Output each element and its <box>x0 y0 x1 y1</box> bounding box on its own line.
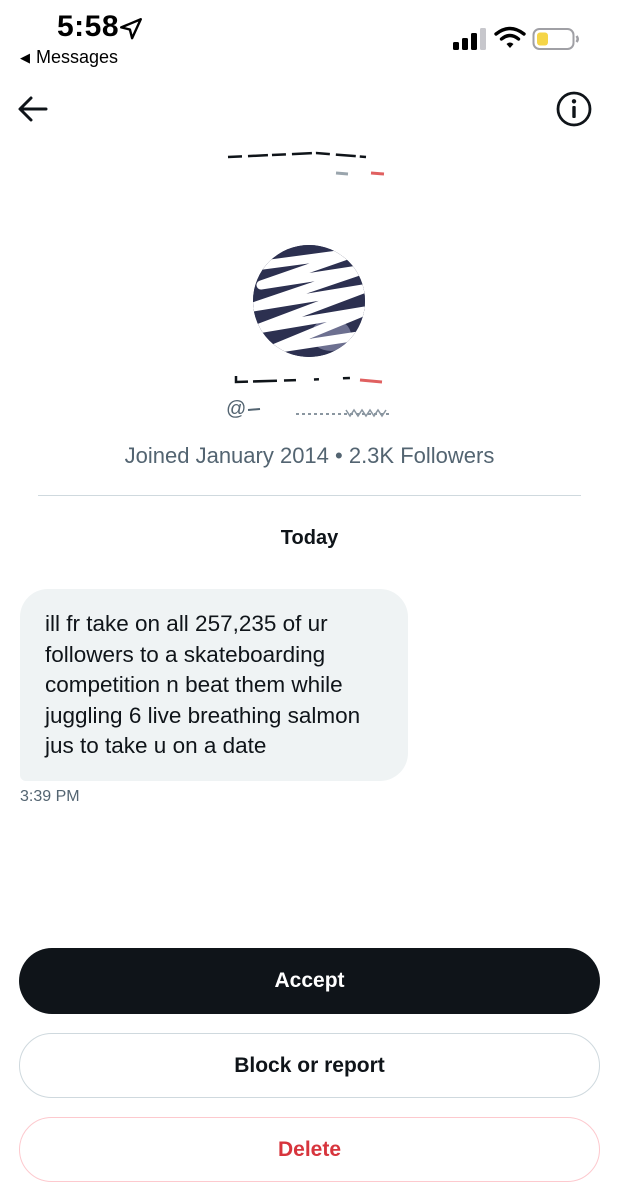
back-app-label: Messages <box>36 47 119 67</box>
handle-prefix: @ <box>226 398 247 420</box>
back-arrow-icon[interactable] <box>16 92 50 126</box>
profile-meta: Joined January 2014 • 2.3K Followers <box>124 443 495 468</box>
info-icon[interactable] <box>555 90 593 128</box>
message-line: competition n beat them while <box>45 672 343 697</box>
avatar <box>253 245 365 357</box>
date-separator: Today <box>280 527 339 549</box>
cellular-signal-icon <box>453 28 486 50</box>
dm-request-screen: 5:58 ◀ Messages @ Joined January 2014 • … <box>0 0 619 1200</box>
wifi-icon <box>494 26 526 48</box>
block-or-report-button[interactable]: Block or report <box>19 1033 600 1098</box>
location-arrow-icon <box>120 18 142 40</box>
message-line: jus to take u on a date <box>45 733 267 758</box>
message-line: followers to a skateboarding <box>45 641 326 667</box>
back-to-app-link[interactable]: ◀ Messages <box>20 47 118 68</box>
battery-low-icon <box>532 28 579 50</box>
redacted-handle <box>247 408 392 418</box>
profile-handle: @ <box>226 398 246 421</box>
redacted-display-name <box>234 376 383 384</box>
back-triangle-icon: ◀ <box>20 49 30 65</box>
message-line: ill fr take on all 257,235 of ur <box>45 611 328 636</box>
divider <box>38 495 581 496</box>
message-line: juggling 6 live breathing salmon <box>45 702 361 728</box>
message-timestamp: 3:39 PM <box>20 788 80 805</box>
accept-button[interactable]: Accept <box>19 948 600 1014</box>
message-bubble[interactable]: ill fr take on all 257,235 of ur followe… <box>20 589 408 781</box>
delete-button[interactable]: Delete <box>19 1117 600 1182</box>
redacted-header-name <box>227 151 385 176</box>
status-time: 5:58 <box>57 10 120 43</box>
